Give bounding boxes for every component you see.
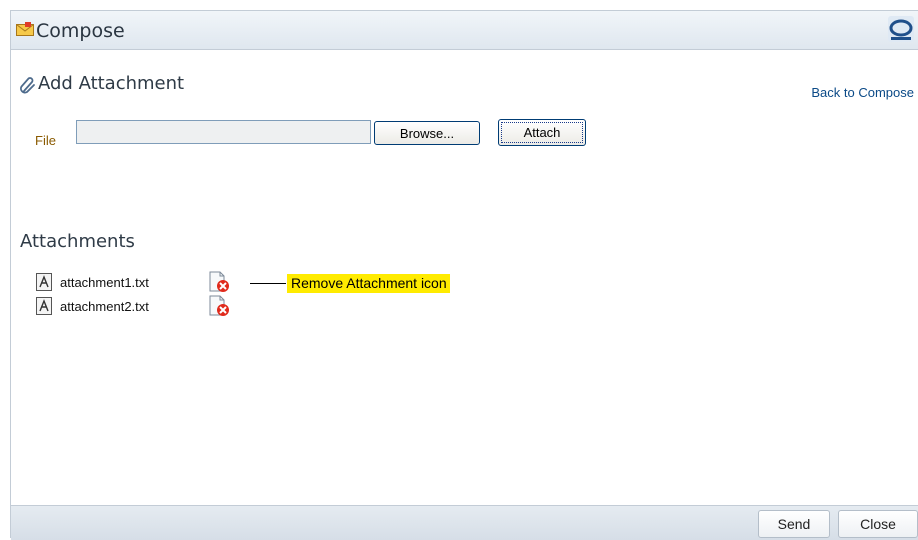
send-button[interactable]: Send <box>758 510 830 538</box>
remove-attachment-icon[interactable] <box>208 271 230 293</box>
add-attachment-heading: Add Attachment <box>38 73 185 94</box>
title-bar: Compose <box>11 11 918 50</box>
attachments-heading: Attachments <box>20 231 135 252</box>
remove-attachment-icon[interactable] <box>208 295 230 317</box>
paperclip-icon <box>20 77 35 94</box>
text-file-icon <box>36 297 52 315</box>
close-button[interactable]: Close <box>838 510 918 538</box>
browse-button[interactable]: Browse... <box>374 121 480 145</box>
attach-button[interactable]: Attach <box>498 119 586 146</box>
text-file-icon <box>36 273 52 291</box>
callout-line <box>250 283 286 284</box>
callout-label: Remove Attachment icon <box>287 274 450 293</box>
attachment-row: attachment2.txt <box>36 295 230 317</box>
file-label: File <box>35 133 56 148</box>
back-to-compose-link[interactable]: Back to Compose <box>811 85 914 100</box>
window-title: Compose <box>36 20 125 42</box>
file-path-input[interactable] <box>76 120 371 144</box>
attachment-name[interactable]: attachment1.txt <box>60 275 208 290</box>
oracle-logo-icon <box>888 16 914 42</box>
compose-window: Compose Add Attachment Back to Compose F… <box>10 10 918 540</box>
envelope-compose-icon <box>16 22 34 36</box>
attachment-row: attachment1.txt <box>36 271 230 293</box>
attachment-name[interactable]: attachment2.txt <box>60 299 208 314</box>
